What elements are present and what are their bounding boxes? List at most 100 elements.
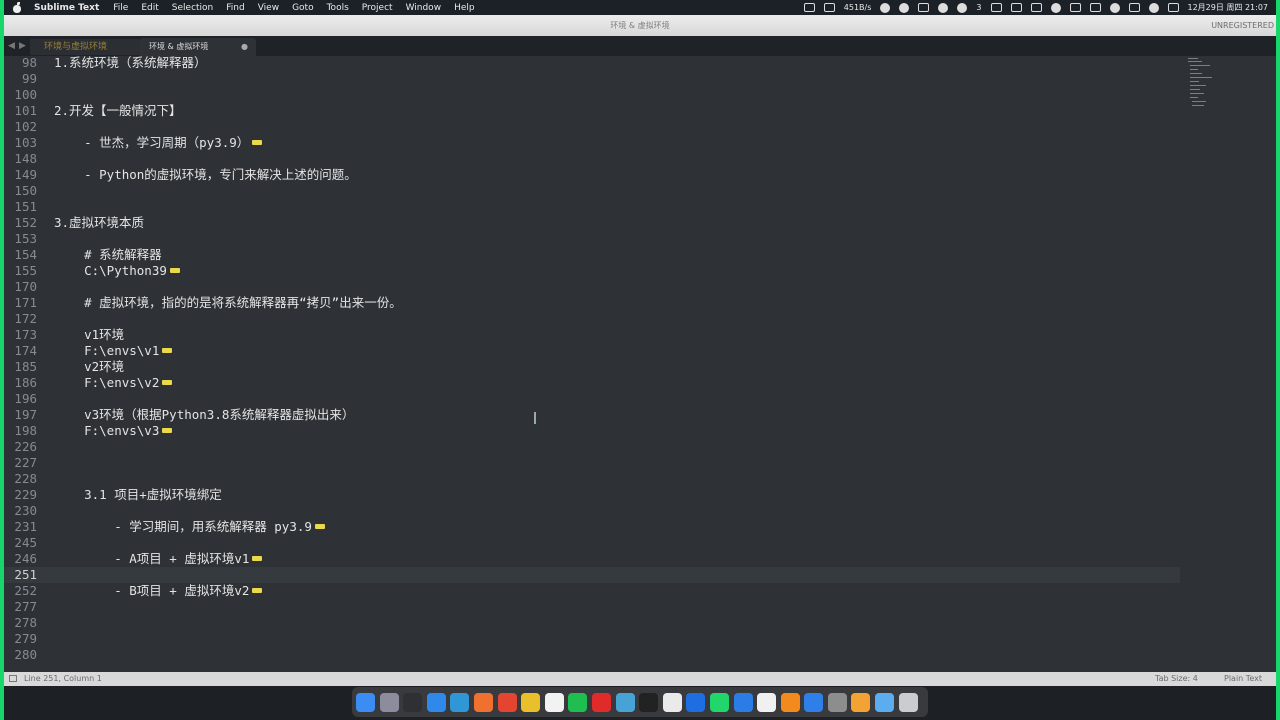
- menu-find[interactable]: Find: [226, 3, 244, 13]
- menu-project[interactable]: Project: [362, 3, 393, 13]
- bluetooth-icon[interactable]: [1050, 2, 1061, 13]
- tab-previous[interactable]: 环境与虚拟环境: [30, 39, 140, 55]
- menubar-clock[interactable]: 12月29日 周四 21:07: [1188, 2, 1269, 13]
- code-line[interactable]: 252 - B项目 + 虚拟环境v2: [0, 583, 1180, 599]
- menu-list-icon[interactable]: [990, 3, 1002, 12]
- wifi-icon[interactable]: [1109, 2, 1120, 13]
- dock-safari-icon[interactable]: [426, 692, 446, 712]
- code-line[interactable]: 245: [0, 535, 1180, 551]
- dock-webstorm-icon[interactable]: [686, 692, 706, 712]
- dock-edge-icon[interactable]: [450, 692, 470, 712]
- code-line[interactable]: 172: [0, 311, 1180, 327]
- battery-icon[interactable]: [1030, 3, 1042, 12]
- code-line[interactable]: 226: [0, 439, 1180, 455]
- dock-pycharm-icon[interactable]: [709, 692, 729, 712]
- syntax-selector[interactable]: Plain Text: [1224, 674, 1262, 683]
- tab-active[interactable]: 环境 & 虚拟环境 ●: [140, 38, 256, 56]
- dock-netease-icon[interactable]: [591, 692, 611, 712]
- code-line[interactable]: 185 v2环境: [0, 359, 1180, 375]
- apple-icon[interactable]: [12, 2, 22, 13]
- code-line[interactable]: 196: [0, 391, 1180, 407]
- code-line[interactable]: 246 - A项目 + 虚拟环境v1: [0, 551, 1180, 567]
- tab-scroll-left-icon[interactable]: ◀: [8, 41, 15, 51]
- code-line[interactable]: 102: [0, 119, 1180, 135]
- window-titlebar[interactable]: 环境 & 虚拟环境 UNREGISTERED: [0, 15, 1280, 36]
- fold-marker-icon[interactable]: [169, 268, 180, 273]
- dock-app-cloud-icon[interactable]: [804, 692, 824, 712]
- code-line[interactable]: 154 # 系统解释器: [0, 247, 1180, 263]
- code-line[interactable]: 98 1.系统环境（系统解释器）: [0, 56, 1180, 71]
- fold-marker-icon[interactable]: [162, 380, 173, 385]
- code-line[interactable]: 170: [0, 279, 1180, 295]
- code-line[interactable]: 151: [0, 199, 1180, 215]
- dock-app-grey-icon[interactable]: [827, 692, 847, 712]
- menu-tools[interactable]: Tools: [327, 3, 349, 13]
- dock-calendar-icon[interactable]: [544, 692, 564, 712]
- code-line[interactable]: 100: [0, 87, 1180, 103]
- dock-typora-icon[interactable]: [757, 692, 777, 712]
- code-line[interactable]: 174 F:\envs\v1: [0, 343, 1180, 359]
- volume-icon[interactable]: [1010, 3, 1022, 12]
- dock-terminal-icon[interactable]: [639, 692, 659, 712]
- spotlight-search-icon[interactable]: [1148, 2, 1159, 13]
- input-method-icon[interactable]: [1089, 3, 1101, 12]
- tab-scroll-right-icon[interactable]: ▶: [19, 41, 26, 51]
- menu-file[interactable]: File: [113, 3, 128, 13]
- control-center-icon[interactable]: [1128, 3, 1140, 12]
- code-line[interactable]: 186 F:\envs\v2: [0, 375, 1180, 391]
- dock-mission-control-icon[interactable]: [403, 692, 423, 712]
- fold-marker-icon[interactable]: [314, 524, 325, 529]
- code-line[interactable]: 227: [0, 455, 1180, 471]
- code-line[interactable]: 198 F:\envs\v3: [0, 423, 1180, 439]
- code-line[interactable]: 149 - Python的虚拟环境，专门来解决上述的问题。: [0, 167, 1180, 183]
- code-line[interactable]: 231 - 学习期间，用系统解释器 py3.9: [0, 519, 1180, 535]
- dock-pages-icon[interactable]: [851, 692, 871, 712]
- code-editor[interactable]: 98 1.系统环境（系统解释器） 99 100 101 2.开发【一般情况下】 102 103…: [0, 56, 1280, 672]
- wechat-tray-icon[interactable]: [957, 2, 968, 13]
- fold-marker-icon[interactable]: [252, 556, 263, 561]
- tab-size-selector[interactable]: Tab Size: 4: [1155, 674, 1198, 683]
- code-line[interactable]: 101 2.开发【一般情况下】: [0, 103, 1180, 119]
- dock-app-blue-icon[interactable]: [615, 692, 635, 712]
- menu-window[interactable]: Window: [406, 3, 442, 13]
- code-line[interactable]: 230: [0, 503, 1180, 519]
- code-line[interactable]: 153: [0, 231, 1180, 247]
- panel-toggle-icon[interactable]: [9, 675, 17, 682]
- notification-icon[interactable]: [1167, 3, 1179, 12]
- dock-app-white-icon[interactable]: [662, 692, 682, 712]
- fold-marker-icon[interactable]: [162, 348, 173, 353]
- current-line[interactable]: 251: [0, 567, 1180, 583]
- fold-marker-icon[interactable]: [252, 140, 263, 145]
- dock-wechat-icon[interactable]: [568, 692, 588, 712]
- code-line[interactable]: 155 C:\Python39: [0, 263, 1180, 279]
- dock-finder-icon[interactable]: [356, 692, 375, 712]
- code-line[interactable]: 278: [0, 615, 1180, 631]
- code-line[interactable]: 99: [0, 71, 1180, 87]
- code-line[interactable]: 152 3.虚拟环境本质: [0, 215, 1180, 231]
- face-icon[interactable]: [880, 2, 891, 13]
- display-icon[interactable]: [918, 3, 930, 12]
- code-line[interactable]: 150: [0, 183, 1180, 199]
- dock-xcode-icon[interactable]: [733, 692, 753, 712]
- dock-launchpad-icon[interactable]: [379, 692, 399, 712]
- code-line[interactable]: 171 # 虚拟环境，指的的是将系统解释器再“拷贝”出来一份。: [0, 295, 1180, 311]
- code-line[interactable]: 103 - 世杰，学习周期（py3.9）: [0, 135, 1180, 151]
- code-line[interactable]: 229 3.1 项目+虚拟环境绑定: [0, 487, 1180, 503]
- fold-marker-icon[interactable]: [162, 428, 173, 433]
- code-line[interactable]: 280: [0, 647, 1180, 663]
- menu-help[interactable]: Help: [454, 3, 475, 13]
- menu-goto[interactable]: Goto: [292, 3, 314, 13]
- screen-record-icon[interactable]: [803, 3, 815, 12]
- minimap[interactable]: [1184, 56, 1214, 116]
- dock-chrome-icon[interactable]: [521, 692, 541, 712]
- code-line[interactable]: 277: [0, 599, 1180, 615]
- microphone-icon[interactable]: [899, 2, 910, 13]
- code-line[interactable]: 228: [0, 471, 1180, 487]
- code-line[interactable]: 173 v1环境: [0, 327, 1180, 343]
- menu-edit[interactable]: Edit: [141, 3, 158, 13]
- tab-dirty-close-icon[interactable]: ●: [241, 38, 248, 56]
- dock-firefox-icon[interactable]: [473, 692, 493, 712]
- dock-sublime-icon[interactable]: [780, 692, 800, 712]
- code-line[interactable]: 197 v3环境（根据Python3.8系统解释器虚拟出来）: [0, 407, 1180, 423]
- network-monitor-icon[interactable]: [823, 3, 835, 12]
